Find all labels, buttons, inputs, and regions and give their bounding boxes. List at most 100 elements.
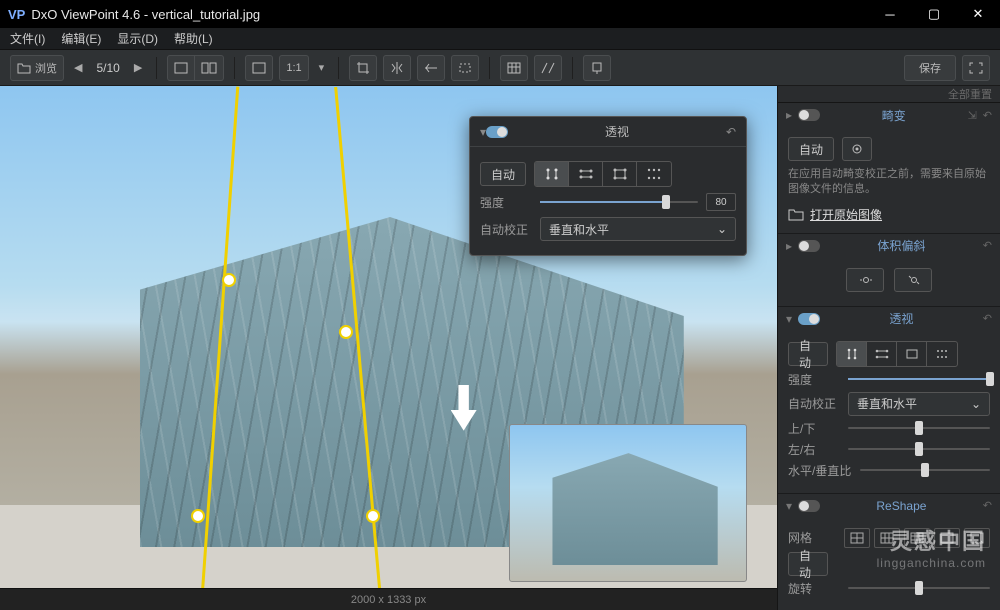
window-controls: ─ ▢ ✕ xyxy=(868,0,1000,28)
panel-distortion: ▸ 畸变 ⇲↶ 自动 在应用自动畸变校正之前，需要来自原始图像文件的信息。 打开… xyxy=(778,103,1000,234)
undo-icon[interactable]: ↶ xyxy=(726,125,736,139)
mode-8point-button[interactable] xyxy=(637,162,671,186)
loupe-button[interactable] xyxy=(583,55,611,81)
guide-handle[interactable] xyxy=(222,273,236,287)
hvratio-slider[interactable] xyxy=(860,469,990,471)
app-logo: VP xyxy=(8,7,25,22)
chevron-down-icon[interactable]: ▾ xyxy=(786,312,792,326)
rotate-slider[interactable] xyxy=(848,587,990,589)
view-single-button[interactable] xyxy=(167,55,195,81)
menu-help[interactable]: 帮助(L) xyxy=(174,30,213,47)
panel-toggle[interactable] xyxy=(798,313,820,325)
floating-perspective-panel: ▾ 透视 ↶ 自动 强度 80 xyxy=(469,116,747,256)
autocorrect-select[interactable]: 垂直和水平⌄ xyxy=(848,392,990,416)
chevron-right-icon[interactable]: ▸ xyxy=(786,239,792,253)
autocorrect-select[interactable]: 垂直和水平 ⌄ xyxy=(540,217,736,241)
sidebar-top: 全部重置 xyxy=(778,86,1000,103)
tool-crop-button[interactable] xyxy=(349,55,377,81)
menu-edit[interactable]: 编辑(E) xyxy=(61,30,101,47)
target-button[interactable] xyxy=(842,137,872,161)
panel-title: ReShape xyxy=(826,499,977,513)
grid-button[interactable] xyxy=(500,55,528,81)
menubar: 文件(I) 编辑(E) 显示(D) 帮助(L) xyxy=(0,28,1000,50)
perspective-mode-group xyxy=(836,341,958,367)
window-title: DxO ViewPoint 4.6 - vertical_tutorial.jp… xyxy=(31,7,260,22)
menu-view[interactable]: 显示(D) xyxy=(117,30,158,47)
guide-handle[interactable] xyxy=(366,509,380,523)
mode-rectangle-button[interactable] xyxy=(897,342,927,366)
link-icon[interactable]: ⇲ xyxy=(968,109,977,122)
hvratio-label: 水平/垂直比 xyxy=(788,462,852,479)
undo-icon[interactable]: ↶ xyxy=(983,312,992,325)
autocorrect-label: 自动校正 xyxy=(480,221,532,238)
grid-3x3-button[interactable] xyxy=(904,528,930,548)
panel-volume: ▸ 体积偏斜 ↶ xyxy=(778,234,1000,307)
panel-toggle[interactable] xyxy=(798,109,820,121)
folder-icon xyxy=(17,62,31,74)
panel-title: 畸变 xyxy=(826,107,962,124)
fit-button[interactable] xyxy=(245,55,273,81)
next-button[interactable]: ▶ xyxy=(130,61,146,74)
tool-mask-button[interactable] xyxy=(451,55,479,81)
open-original-link[interactable]: 打开原始图像 xyxy=(810,206,882,223)
chevron-down-icon[interactable]: ▾ xyxy=(786,499,792,513)
view-split-button[interactable] xyxy=(195,55,224,81)
panel-toggle[interactable] xyxy=(486,126,508,138)
mode-horizontal-button[interactable] xyxy=(867,342,897,366)
mode-vertical-button[interactable] xyxy=(837,342,867,366)
autocorrect-label: 自动校正 xyxy=(788,395,840,412)
grid-3x2-button[interactable] xyxy=(874,528,900,548)
auto-button[interactable]: 自动 xyxy=(480,162,526,186)
panel-toggle[interactable] xyxy=(798,500,820,512)
auto-button[interactable]: 自动 xyxy=(788,552,828,576)
minimize-button[interactable]: ─ xyxy=(868,0,912,28)
intensity-value[interactable]: 80 xyxy=(706,193,736,211)
volume-horiz-button[interactable] xyxy=(846,268,884,292)
intensity-label: 强度 xyxy=(788,371,840,388)
rotate-label: 旋转 xyxy=(788,580,840,597)
grid-2x2-button[interactable] xyxy=(844,528,870,548)
panel-reshape: ▾ ReShape ↶ 网格 自动 旋转 xyxy=(778,494,1000,610)
chevron-down-icon: ⌄ xyxy=(717,222,727,236)
undo-icon[interactable]: ↶ xyxy=(983,239,992,252)
panel-perspective: ▾ 透视 ↶ 自动 强度 自动校正垂直和水平⌄ 上/下 xyxy=(778,307,1000,494)
save-button[interactable]: 保存 xyxy=(904,55,956,81)
maximize-button[interactable]: ▢ xyxy=(912,0,956,28)
panel-toggle[interactable] xyxy=(798,240,820,252)
fullscreen-button[interactable] xyxy=(962,55,990,81)
updown-slider[interactable] xyxy=(848,427,990,429)
panel-title: 体积偏斜 xyxy=(826,237,977,254)
prev-button[interactable]: ◀ xyxy=(70,61,86,74)
close-button[interactable]: ✕ xyxy=(956,0,1000,28)
browse-button[interactable]: 浏览 xyxy=(10,55,64,81)
grid-custom-button[interactable] xyxy=(964,528,990,548)
guide-handle[interactable] xyxy=(191,509,205,523)
tool-mirror-button[interactable] xyxy=(383,55,411,81)
zoom-dropdown[interactable]: ▾ xyxy=(315,61,329,74)
guide-handle[interactable] xyxy=(339,325,353,339)
chevron-down-icon: ⌄ xyxy=(971,397,981,411)
zoom-1-1-button[interactable]: 1:1 xyxy=(279,55,308,81)
undo-icon[interactable]: ↶ xyxy=(983,109,992,122)
volume-diag-button[interactable] xyxy=(894,268,932,292)
auto-button[interactable]: 自动 xyxy=(788,342,828,366)
menu-file[interactable]: 文件(I) xyxy=(10,30,45,47)
mode-rectangle-button[interactable] xyxy=(603,162,637,186)
grid-dense-button[interactable] xyxy=(934,528,960,548)
reset-all-button[interactable]: 全部重置 xyxy=(948,86,992,102)
mode-horizontal-button[interactable] xyxy=(569,162,603,186)
tool-horizon-button[interactable] xyxy=(417,55,445,81)
panel-title: 透视 xyxy=(826,310,977,327)
undo-icon[interactable]: ↶ xyxy=(983,499,992,512)
guides-button[interactable] xyxy=(534,55,562,81)
leftright-slider[interactable] xyxy=(848,448,990,450)
chevron-right-icon[interactable]: ▸ xyxy=(786,108,792,122)
intensity-slider[interactable] xyxy=(848,378,990,380)
mode-vertical-button[interactable] xyxy=(535,162,569,186)
intensity-slider[interactable] xyxy=(540,201,698,203)
toolbar: 浏览 ◀ 5/10 ▶ 1:1 ▾ 保存 xyxy=(0,50,1000,86)
auto-button[interactable]: 自动 xyxy=(788,137,834,161)
canvas[interactable]: ▾ 透视 ↶ 自动 强度 80 xyxy=(0,86,778,610)
intensity-label: 强度 xyxy=(480,194,532,211)
mode-8point-button[interactable] xyxy=(927,342,957,366)
